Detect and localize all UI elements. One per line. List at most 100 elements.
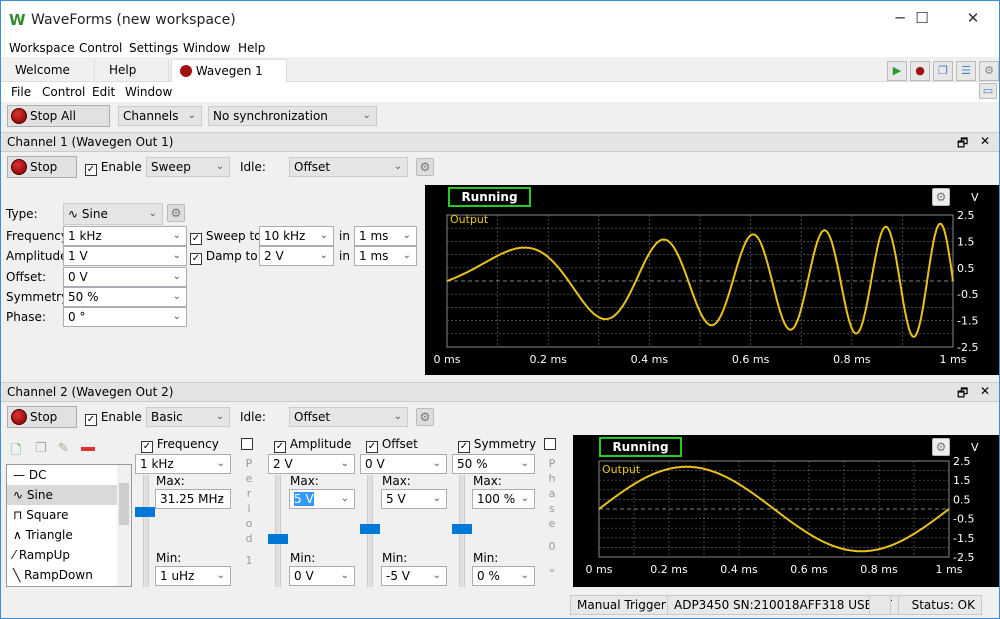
ch1-gear-icon[interactable]: ⚙ bbox=[416, 158, 434, 176]
close-panel-icon[interactable]: ✕ bbox=[980, 384, 990, 398]
list-item-rampup[interactable]: ⁄ RampUp bbox=[7, 545, 131, 565]
restore-icon[interactable]: 🗗 bbox=[957, 384, 968, 405]
ch1-offset-input[interactable]: 0 V ⌄ bbox=[63, 267, 187, 287]
sync-dropdown[interactable]: No synchronization ⌄ bbox=[208, 106, 377, 126]
offset-min-input[interactable]: -5 V ⌄ bbox=[381, 566, 447, 586]
amp-max-input[interactable]: 5 V ⌄ bbox=[289, 489, 355, 509]
ch2-symmetry-input[interactable]: 50 % ⌄ bbox=[452, 454, 535, 474]
waveform-list-scrollbar[interactable] bbox=[117, 465, 131, 586]
damp-in-input[interactable]: 1 ms ⌄ bbox=[354, 246, 417, 266]
chevron-down-icon: ⌄ bbox=[402, 250, 411, 261]
ch2-scope-gear-icon[interactable]: ⚙ bbox=[932, 438, 950, 456]
menu-control[interactable]: Control bbox=[79, 41, 122, 55]
ch1-stop-button[interactable]: Stop bbox=[7, 156, 77, 178]
list-item-square[interactable]: ⊓ Square bbox=[7, 505, 131, 525]
symmetry-checkbox[interactable]: ✓ Symmetry bbox=[458, 437, 536, 453]
close-panel-icon[interactable]: ✕ bbox=[980, 134, 990, 148]
menu-instr-window[interactable]: Window bbox=[125, 85, 172, 99]
offset-checkbox[interactable]: ✓ Offset bbox=[366, 437, 418, 453]
ch1-type-dropdown[interactable]: ∿ Sine ⌄ bbox=[63, 203, 163, 225]
ch2-gear-icon[interactable]: ⚙ bbox=[416, 408, 434, 426]
edit-waveform-icon[interactable]: ✎ bbox=[58, 441, 69, 456]
checkbox-label: Enable bbox=[100, 410, 142, 424]
ch2-frequency-input[interactable]: 1 kHz ⌄ bbox=[135, 454, 231, 474]
period-label: Period bbox=[245, 457, 253, 545]
tile-icon[interactable]: ☰ bbox=[956, 61, 976, 81]
freq-slider-thumb[interactable] bbox=[135, 507, 155, 517]
amp-min-input[interactable]: 0 V ⌄ bbox=[289, 566, 355, 586]
menu-edit[interactable]: Edit bbox=[92, 85, 115, 99]
ch2-stop-button[interactable]: Stop bbox=[7, 406, 77, 428]
list-item-triangle[interactable]: ∧ Triangle bbox=[7, 525, 131, 545]
dock-icon[interactable]: ▭ bbox=[979, 83, 997, 99]
damp-to-input[interactable]: 2 V ⌄ bbox=[259, 246, 334, 266]
ch1-frequency-input[interactable]: 1 kHz ⌄ bbox=[63, 226, 187, 246]
phase-checkbox[interactable] bbox=[544, 438, 556, 452]
remove-waveform-icon[interactable] bbox=[81, 447, 95, 451]
ch1-phase-input[interactable]: 0 ° ⌄ bbox=[63, 307, 187, 327]
ch1-amplitude-input[interactable]: 1 V ⌄ bbox=[63, 246, 187, 266]
menu-file[interactable]: File bbox=[11, 85, 31, 99]
add-waveform-icon[interactable]: 🗋 bbox=[11, 441, 21, 463]
amp-slider-track[interactable] bbox=[275, 475, 281, 587]
stop-status-icon bbox=[180, 65, 192, 77]
cascade-icon[interactable]: ❐ bbox=[933, 61, 953, 81]
list-item-sine[interactable]: ∿ Sine bbox=[7, 485, 131, 505]
freq-min-input[interactable]: 1 uHz ⌄ bbox=[155, 566, 231, 586]
maximize-button[interactable]: ☐ bbox=[907, 9, 937, 31]
restore-icon[interactable]: 🗗 bbox=[957, 134, 968, 155]
settings-gear-icon[interactable]: ⚙ bbox=[979, 61, 999, 81]
ch1-scope-gear-icon[interactable]: ⚙ bbox=[932, 188, 950, 206]
run-icon[interactable]: ▶ bbox=[887, 61, 907, 81]
device-icon[interactable] bbox=[869, 595, 891, 615]
symmetry-min-input[interactable]: 0 % ⌄ bbox=[472, 566, 535, 586]
ch2-offset-input[interactable]: 0 V ⌄ bbox=[360, 454, 447, 474]
ch1-enable-checkbox[interactable]: ✓ Enable bbox=[85, 160, 142, 176]
offset-slider-thumb[interactable] bbox=[360, 524, 380, 534]
chevron-down-icon: ⌄ bbox=[432, 458, 441, 469]
menu-settings[interactable]: Settings bbox=[129, 41, 178, 55]
list-item-rampdown[interactable]: ╲ RampDown bbox=[7, 565, 131, 585]
tab-help[interactable]: Help bbox=[97, 59, 169, 82]
offset-max-label: Max: bbox=[382, 474, 411, 488]
ch2-amplitude-input[interactable]: 2 V ⌄ bbox=[268, 454, 355, 474]
ch1-idle-dropdown[interactable]: Offset ⌄ bbox=[289, 157, 408, 177]
tab-wavegen[interactable]: Wavegen 1 ✕ bbox=[171, 59, 287, 100]
freq-max-input[interactable]: 31.25 MHz ⌄ bbox=[155, 489, 231, 509]
menu-window[interactable]: Window bbox=[183, 41, 230, 55]
symmetry-max-input[interactable]: 100 % ⌄ bbox=[472, 489, 535, 509]
x-tick-label: 0.8 ms bbox=[833, 353, 871, 366]
ch2-idle-dropdown[interactable]: Offset ⌄ bbox=[289, 407, 408, 427]
amp-checkbox[interactable]: ✓ Amplitude bbox=[274, 437, 351, 453]
ch1-mode-dropdown[interactable]: Sweep ⌄ bbox=[146, 157, 230, 177]
amp-slider-thumb[interactable] bbox=[268, 534, 288, 544]
sweep-in-input[interactable]: 1 ms ⌄ bbox=[354, 226, 417, 246]
status-indicator[interactable]: Status: OK bbox=[898, 595, 982, 615]
copy-waveform-icon[interactable]: ❐ bbox=[35, 441, 47, 456]
menu-instr-control[interactable]: Control bbox=[42, 85, 85, 99]
device-info[interactable]: ADP3450 SN:210018AFF318 USB:ST bbox=[667, 595, 899, 615]
sweep-checkbox[interactable]: ✓ Sweep to bbox=[190, 229, 262, 245]
tab-welcome[interactable]: Welcome + bbox=[7, 59, 95, 99]
stop-icon[interactable]: ● bbox=[910, 61, 930, 81]
chevron-down-icon: ⌄ bbox=[215, 161, 224, 172]
freq-checkbox[interactable]: ✓ Frequency bbox=[141, 437, 219, 453]
damp-checkbox[interactable]: ✓ Damp to bbox=[190, 249, 258, 265]
type-gear-icon[interactable]: ⚙ bbox=[167, 204, 185, 222]
ch2-enable-checkbox[interactable]: ✓ Enable bbox=[85, 410, 142, 426]
sweep-to-input[interactable]: 10 kHz ⌄ bbox=[259, 226, 334, 246]
list-item-dc[interactable]: — DC bbox=[7, 465, 131, 485]
close-button[interactable]: ✕ bbox=[958, 9, 988, 31]
freq-slider-track[interactable] bbox=[143, 475, 149, 587]
symmetry-slider-thumb[interactable] bbox=[452, 524, 472, 534]
offset-max-input[interactable]: 5 V ⌄ bbox=[381, 489, 447, 509]
period-checkbox[interactable] bbox=[241, 438, 253, 452]
channels-dropdown[interactable]: Channels ⌄ bbox=[118, 106, 202, 126]
menu-help[interactable]: Help bbox=[238, 41, 265, 55]
ch1-symmetry-input[interactable]: 50 % ⌄ bbox=[63, 287, 187, 307]
ch2-mode-dropdown[interactable]: Basic ⌄ bbox=[146, 407, 230, 427]
scrollbar-thumb[interactable] bbox=[119, 483, 129, 525]
manual-trigger-button[interactable]: Manual Trigger bbox=[570, 595, 673, 615]
stop-all-button[interactable]: Stop All bbox=[7, 105, 110, 127]
menu-workspace[interactable]: Workspace bbox=[9, 41, 75, 55]
